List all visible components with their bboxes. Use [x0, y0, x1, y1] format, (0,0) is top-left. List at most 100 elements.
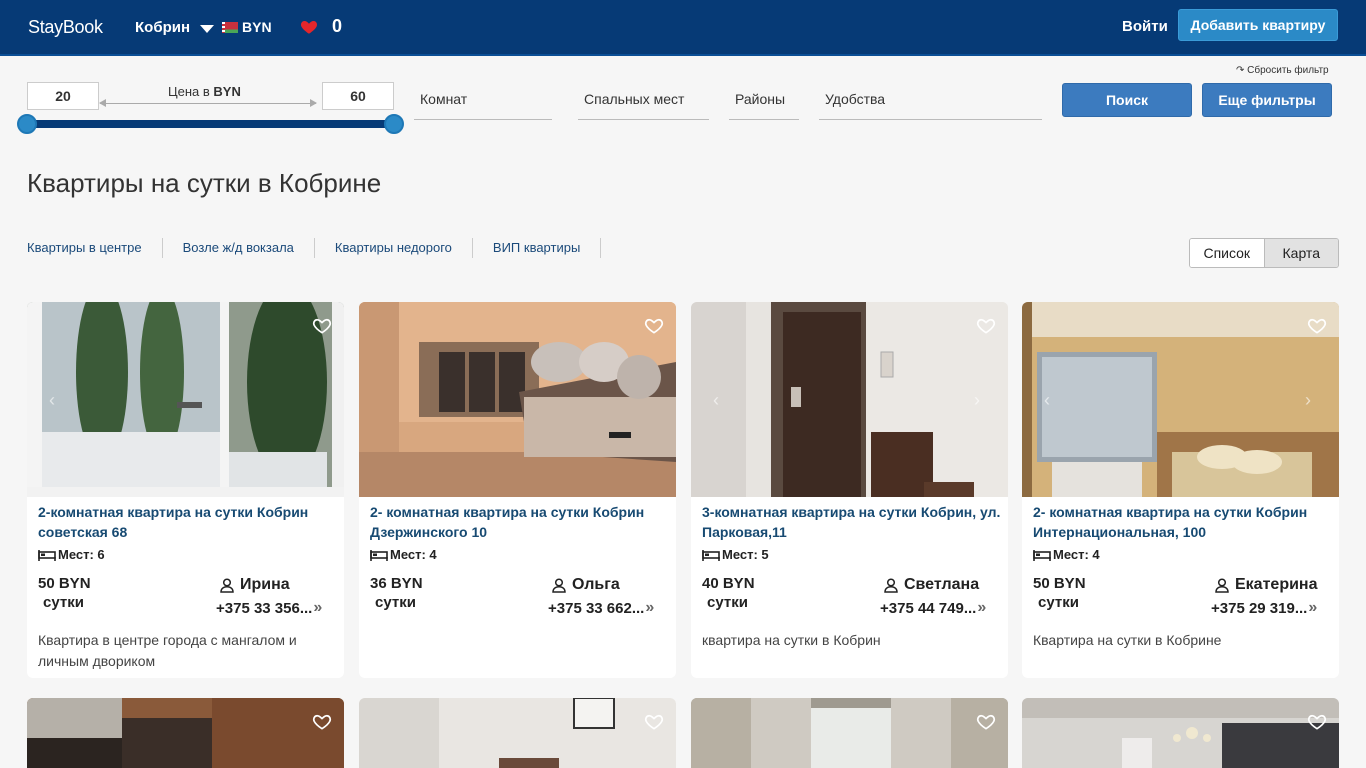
listing-photo[interactable]: ‹ › [1022, 302, 1339, 497]
city-selector[interactable]: Кобрин [135, 19, 215, 36]
listing-price-unit: сутки [43, 594, 84, 611]
login-link[interactable]: Войти [1122, 18, 1168, 35]
listing-photo[interactable] [1022, 698, 1339, 768]
listing-title[interactable]: 2-комнатная квартира на сутки Кобрин сов… [38, 502, 338, 542]
favorites-count: 0 [332, 16, 343, 36]
favorites-link[interactable]: 0 [300, 16, 342, 37]
amenities-filter[interactable]: Удобства [819, 80, 1042, 120]
heart-outline-icon[interactable] [312, 712, 332, 732]
photo-bright-room [359, 698, 676, 768]
photo-curtains-room [691, 698, 1008, 768]
bed-icon [1033, 549, 1051, 561]
price-slider-min-handle[interactable] [17, 114, 37, 134]
site-logo[interactable]: StayBook [28, 17, 103, 38]
listing-description: квартира на сутки в Кобрин [702, 632, 881, 648]
price-label-currency: BYN [213, 84, 241, 99]
districts-filter[interactable]: Районы [729, 80, 799, 120]
prev-photo-icon[interactable]: ‹ [713, 390, 719, 411]
listing-owner-name: Ольга [572, 576, 620, 593]
listing-phone[interactable]: +375 33 662...» [548, 599, 654, 617]
listing-places: Мест: 4 [1033, 547, 1100, 562]
chevron-double-right-icon: » [1308, 599, 1318, 616]
search-button[interactable]: Поиск [1062, 83, 1192, 117]
list-view-button[interactable]: Список [1190, 239, 1264, 267]
quick-link-cheap[interactable]: Квартиры недорого [335, 238, 473, 258]
listing-photo[interactable] [691, 698, 1008, 768]
listing-card[interactable]: 2- комнатная квартира на сутки Кобрин Дз… [359, 302, 676, 678]
listing-photo[interactable]: ‹ [27, 302, 344, 497]
photo-chandelier-room [1022, 698, 1339, 768]
listing-phone-number: +375 44 749... [880, 599, 977, 617]
listing-places: Мест: 5 [702, 547, 769, 562]
prev-photo-icon[interactable]: ‹ [1044, 390, 1050, 411]
listing-places: Мест: 4 [370, 547, 437, 562]
next-photo-icon[interactable]: › [974, 390, 980, 411]
price-label-prefix: Цена в [168, 84, 214, 99]
listing-photo[interactable] [359, 302, 676, 497]
listing-card[interactable]: ‹ › 2- комнатная квартира на сутки Кобри… [1022, 302, 1339, 678]
user-icon [1215, 577, 1229, 593]
listing-phone-number: +375 33 356... [216, 599, 313, 617]
listing-card[interactable] [691, 698, 1008, 768]
more-filters-button[interactable]: Еще фильтры [1202, 83, 1332, 117]
listing-title[interactable]: 3-комнатная квартира на сутки Кобрин, ул… [702, 502, 1002, 542]
beds-filter[interactable]: Спальных мест [578, 80, 709, 120]
heart-outline-icon[interactable] [1307, 316, 1327, 336]
listing-price-unit: сутки [1038, 594, 1079, 611]
user-icon [220, 577, 234, 593]
quick-link-station[interactable]: Возле ж/д вокзала [183, 238, 315, 258]
quick-link-vip[interactable]: ВИП квартиры [493, 238, 602, 258]
listing-phone[interactable]: +375 44 749...» [880, 599, 986, 617]
listing-card[interactable] [1022, 698, 1339, 768]
quick-link-center[interactable]: Квартиры в центре [27, 238, 163, 258]
map-view-button[interactable]: Карта [1263, 239, 1338, 267]
heart-outline-icon[interactable] [976, 712, 996, 732]
currency-selector[interactable]: BYN [222, 19, 272, 35]
next-photo-icon[interactable]: › [1305, 390, 1311, 411]
top-navbar: StayBook Кобрин BYN 0 Войти Добавить ква… [0, 0, 1366, 56]
listing-photo[interactable]: ‹ › [691, 302, 1008, 497]
listing-places-label: Мест: 4 [1053, 547, 1100, 562]
listing-price: 50 BYN сутки [38, 574, 91, 612]
rooms-filter[interactable]: Комнат [414, 80, 552, 120]
price-min-input[interactable]: 20 [27, 82, 99, 110]
listing-owner-name: Ирина [240, 576, 290, 593]
listing-title[interactable]: 2- комнатная квартира на сутки Кобрин Дз… [370, 502, 670, 542]
heart-outline-icon[interactable] [312, 316, 332, 336]
reset-filter-link[interactable]: ↷ Сбросить фильтр [1236, 65, 1329, 76]
listing-owner-name: Екатерина [1235, 576, 1318, 593]
listing-price-unit: сутки [375, 594, 416, 611]
listing-places-label: Мест: 4 [390, 547, 437, 562]
chevron-double-right-icon: » [313, 599, 323, 616]
listing-price: 50 BYN сутки [1033, 574, 1086, 612]
bed-icon [370, 549, 388, 561]
listing-title[interactable]: 2- комнатная квартира на сутки Кобрин Ин… [1033, 502, 1333, 542]
price-max-input[interactable]: 60 [322, 82, 394, 110]
prev-photo-icon[interactable]: ‹ [49, 390, 55, 411]
listing-phone[interactable]: +375 29 319...» [1211, 599, 1317, 617]
heart-outline-icon[interactable] [976, 316, 996, 336]
listing-phone[interactable]: +375 33 356...» [216, 599, 322, 617]
price-slider-track[interactable] [27, 120, 395, 128]
listing-photo[interactable] [27, 698, 344, 768]
add-apartment-button[interactable]: Добавить квартиру [1178, 9, 1338, 41]
price-slider-max-handle[interactable] [384, 114, 404, 134]
currency-label: BYN [242, 19, 272, 35]
heart-outline-icon[interactable] [644, 316, 664, 336]
listing-card[interactable]: ‹ 2-комнатная квартира на сутки Кобрин с… [27, 302, 344, 678]
quick-links: Квартиры в центре Возле ж/д вокзала Квар… [27, 238, 621, 258]
chevron-double-right-icon: » [645, 599, 655, 616]
listing-price-value: 40 BYN [702, 575, 755, 592]
photo-living-room-sofa [359, 302, 676, 497]
listing-price-value: 36 BYN [370, 575, 423, 592]
city-label: Кобрин [135, 19, 191, 36]
heart-outline-icon[interactable] [644, 712, 664, 732]
listing-card[interactable]: ‹ › 3-комнатная квартира на сутки Кобрин… [691, 302, 1008, 678]
belarus-flag-icon [222, 21, 238, 33]
bed-icon [702, 549, 720, 561]
listing-price: 40 BYN сутки [702, 574, 755, 612]
listing-photo[interactable] [359, 698, 676, 768]
listing-card[interactable] [359, 698, 676, 768]
heart-outline-icon[interactable] [1307, 712, 1327, 732]
listing-card[interactable] [27, 698, 344, 768]
